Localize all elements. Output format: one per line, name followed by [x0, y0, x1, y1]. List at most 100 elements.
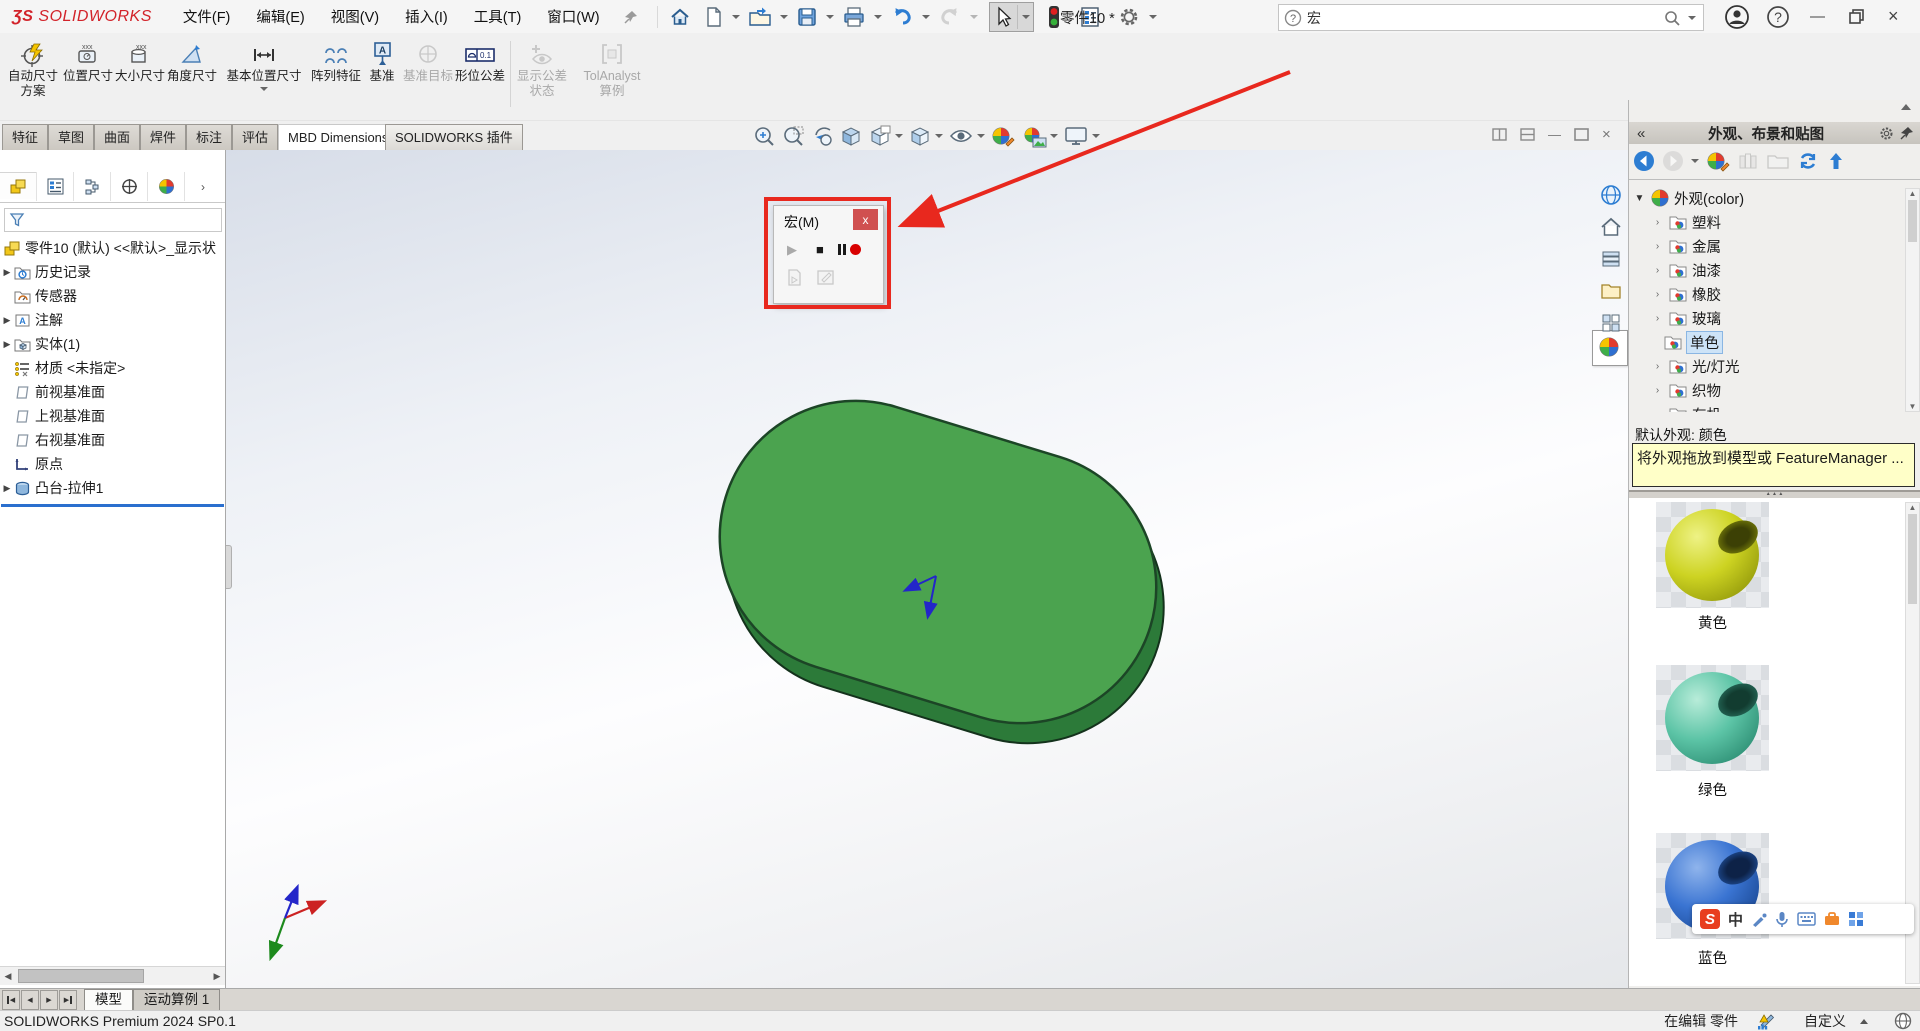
- tree-item-boss-extrude[interactable]: ▶ 凸台-拉伸1: [0, 476, 225, 500]
- category-solid-color[interactable]: 单色: [1633, 330, 1905, 354]
- tab-configurationmanager[interactable]: [74, 172, 111, 201]
- feature-tabs-overflow[interactable]: ›: [185, 172, 221, 201]
- category-rubber[interactable]: › 橡胶: [1633, 282, 1905, 306]
- ime-apps-grid-icon[interactable]: [1848, 911, 1864, 927]
- tree-item-material[interactable]: 材质 <未指定>: [0, 356, 225, 380]
- doc-minimize-icon[interactable]: —: [1548, 127, 1561, 142]
- category-fabric[interactable]: › 织物: [1633, 378, 1905, 402]
- view-orientation-icon[interactable]: [868, 124, 892, 148]
- feature-tree-hscrollbar[interactable]: ◀ ▶: [0, 966, 225, 985]
- tree-root[interactable]: 零件10 (默认) <<默认>_显示状: [0, 236, 225, 260]
- basic-dimension-dropdown[interactable]: [260, 87, 268, 91]
- refresh-icon[interactable]: [1797, 150, 1819, 172]
- account-icon[interactable]: [1724, 4, 1750, 30]
- ime-language-toggle[interactable]: 中: [1728, 909, 1743, 930]
- edit-appearance-small-icon[interactable]: [1706, 150, 1730, 172]
- options-gear-icon[interactable]: [1118, 6, 1140, 28]
- search-help-icon[interactable]: ?: [1284, 9, 1302, 27]
- help-icon[interactable]: ?: [1766, 5, 1790, 29]
- back-icon[interactable]: [1633, 150, 1655, 172]
- search-icon[interactable]: [1663, 9, 1681, 27]
- customize-label[interactable]: 自定义: [1804, 1011, 1846, 1031]
- view-settings-icon[interactable]: [1063, 124, 1089, 148]
- ribbon-basic-location-dimension[interactable]: 基本位置尺寸: [220, 37, 308, 91]
- select-tool-button[interactable]: [989, 2, 1034, 32]
- taskpane-options-gear-icon[interactable]: [1879, 126, 1894, 141]
- tab-sketch[interactable]: 草图: [48, 124, 94, 150]
- tree-item-history[interactable]: ▶ 历史记录: [0, 260, 225, 284]
- ime-logo[interactable]: S: [1700, 909, 1720, 929]
- appearance-root[interactable]: ▼ 外观(color): [1633, 186, 1905, 210]
- redo-dropdown[interactable]: [970, 15, 978, 19]
- tree-item-sensors[interactable]: 传感器: [0, 284, 225, 308]
- options-dropdown[interactable]: [1149, 15, 1157, 19]
- expand-icon[interactable]: ▶: [0, 339, 14, 350]
- expand-icon[interactable]: ▶: [0, 267, 14, 278]
- first-tab-icon[interactable]: ◀: [2, 990, 20, 1010]
- menu-insert[interactable]: 插入(I): [392, 6, 461, 27]
- split-pane-horizontal-icon[interactable]: [1520, 128, 1535, 141]
- tab-featuremanager[interactable]: [0, 172, 37, 201]
- undo-button[interactable]: [890, 6, 914, 28]
- pin-menu-icon[interactable]: [623, 9, 639, 25]
- menu-edit[interactable]: 编辑(E): [243, 6, 317, 27]
- view-settings-group[interactable]: [1063, 124, 1100, 148]
- scroll-thumb[interactable]: [18, 969, 144, 983]
- history-dropdown[interactable]: [1691, 159, 1699, 163]
- category-plastic[interactable]: › 塑料: [1633, 210, 1905, 234]
- tree-item-solid-bodies[interactable]: ▶ 实体(1): [0, 332, 225, 356]
- menu-tools[interactable]: 工具(T): [461, 6, 535, 27]
- prev-tab-icon[interactable]: ◀: [21, 990, 39, 1010]
- view-settings-dropdown[interactable]: [1092, 134, 1100, 138]
- tree-item-top-plane[interactable]: 上视基准面: [0, 404, 225, 428]
- ime-toolbar[interactable]: S 中: [1692, 904, 1914, 934]
- tag-globe-icon[interactable]: [1894, 1012, 1912, 1030]
- apply-scene-icon[interactable]: [1021, 124, 1047, 148]
- appearance-tree-scrollbar[interactable]: ▲ ▼: [1905, 188, 1920, 412]
- open-dropdown[interactable]: [780, 15, 788, 19]
- search-box[interactable]: ? 宏: [1278, 4, 1704, 31]
- expand-icon[interactable]: ▶: [0, 483, 14, 494]
- scroll-left-icon[interactable]: ◀: [0, 971, 16, 982]
- category-paint[interactable]: › 油漆: [1633, 258, 1905, 282]
- previous-view-icon[interactable]: [810, 124, 834, 148]
- view-orientation-dropdown[interactable]: [895, 134, 903, 138]
- search-scope-dropdown[interactable]: [1688, 16, 1696, 20]
- tab-displaymanager[interactable]: [148, 172, 185, 201]
- tab-annotate[interactable]: 标注: [186, 124, 232, 150]
- next-tab-icon[interactable]: ▶: [40, 990, 58, 1010]
- customize-up-caret[interactable]: [1860, 1019, 1868, 1024]
- apply-scene-group[interactable]: [1021, 124, 1058, 148]
- tab-mbd-dimensions[interactable]: MBD Dimensions: [278, 124, 398, 150]
- apply-scene-dropdown[interactable]: [1050, 134, 1058, 138]
- taskpane-collapse-up-icon[interactable]: [1901, 104, 1911, 110]
- category-glass[interactable]: › 玻璃: [1633, 306, 1905, 330]
- tab-surfaces[interactable]: 曲面: [94, 124, 140, 150]
- swatch-yellow[interactable]: [1656, 502, 1769, 608]
- rebuild-icon[interactable]: [1048, 5, 1060, 29]
- display-style-group[interactable]: [908, 124, 943, 148]
- ribbon-angle-dimension[interactable]: 角度尺寸: [166, 37, 218, 84]
- macro-close-button[interactable]: x: [853, 209, 878, 230]
- menu-window[interactable]: 窗口(W): [534, 6, 612, 27]
- doc-close-icon[interactable]: ×: [1602, 126, 1611, 143]
- scroll-right-icon[interactable]: ▶: [209, 971, 225, 982]
- motion-study-tab[interactable]: 运动算例 1: [133, 989, 220, 1010]
- restore-button[interactable]: [1837, 9, 1876, 24]
- ime-mic-icon[interactable]: [1775, 911, 1789, 928]
- edit-appearance-icon[interactable]: [990, 124, 1016, 148]
- up-level-icon[interactable]: [1826, 150, 1846, 172]
- taskpane-pin-icon[interactable]: [1900, 126, 1914, 140]
- ribbon-geometric-tolerance[interactable]: 0.1 形位公差: [455, 37, 505, 84]
- taskpane-tab-view-palette[interactable]: [1600, 312, 1622, 334]
- tab-evaluate[interactable]: 评估: [232, 124, 278, 150]
- rollback-bar[interactable]: [1, 504, 224, 507]
- category-metal[interactable]: › 金属: [1633, 234, 1905, 258]
- model-tab[interactable]: 模型: [84, 989, 133, 1010]
- save-button[interactable]: [796, 6, 818, 28]
- taskpane-tab-appearances[interactable]: [1598, 336, 1620, 358]
- new-dropdown[interactable]: [732, 15, 740, 19]
- macro-run-button[interactable]: ▶: [787, 242, 797, 258]
- undo-dropdown[interactable]: [922, 15, 930, 19]
- taskpane-tab-file-explorer[interactable]: [1600, 280, 1622, 302]
